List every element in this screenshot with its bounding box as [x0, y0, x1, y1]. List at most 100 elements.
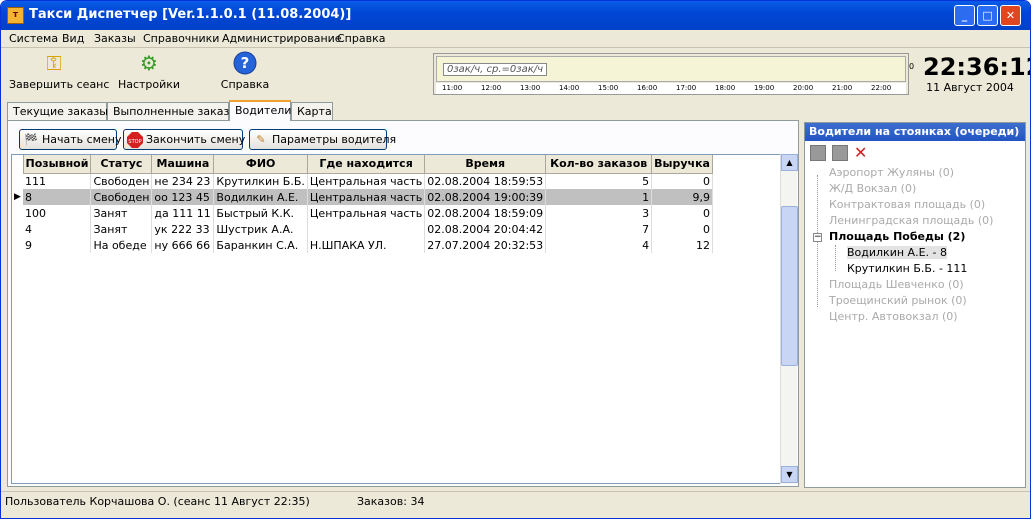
table-row[interactable]: 100 Занят да 111 11 Быстрый К.К. Централ…: [12, 205, 713, 221]
tab-drivers[interactable]: Водители: [229, 100, 291, 121]
settings-button[interactable]: ⚙ Настройки: [113, 51, 185, 91]
key-icon: ⚿: [46, 51, 62, 75]
cell-car: не 234 23: [151, 173, 215, 189]
cell-car: ну 666 66: [151, 237, 215, 253]
tick-label: 16:00: [637, 84, 658, 92]
timeline-zero-label: 0: [909, 62, 915, 71]
help-icon: ?: [233, 51, 257, 75]
clock-date: 11 Август 2004: [926, 81, 1014, 94]
driver-settings-icon: ✎: [256, 133, 266, 146]
gray-square-icon[interactable]: [810, 145, 826, 161]
load-chart-area: 0зак/ч, ср.=0зак/ч: [436, 56, 906, 82]
tick-label: 13:00: [520, 84, 541, 92]
cell-callsign: 8: [23, 189, 92, 205]
current-row-arrow-icon: ▶: [12, 189, 23, 205]
cell-time: 27.07.2004 20:32:53: [424, 237, 547, 253]
load-rate-label: 0зак/ч, ср.=0зак/ч: [443, 63, 548, 76]
scroll-up-icon[interactable]: ▲: [781, 154, 798, 171]
stand-item[interactable]: Троещинский рынок (0): [829, 294, 967, 307]
help-button[interactable]: ? Справка: [213, 51, 277, 91]
driver-params-button[interactable]: ✎ Параметры водителя: [249, 129, 396, 150]
maximize-button[interactable]: □: [977, 5, 998, 26]
delete-icon[interactable]: ✕: [854, 145, 870, 161]
col-status[interactable]: Статус: [90, 155, 153, 174]
stand-item[interactable]: Центр. Автовокзал (0): [829, 310, 958, 323]
load-timeline: 0зак/ч, ср.=0зак/ч 11:00 12:00 13:00 14:…: [433, 53, 909, 95]
status-user: Пользователь Корчашова О. (сеанс 11 Авгу…: [5, 495, 310, 508]
checkered-flag-icon: 🏁: [24, 133, 38, 146]
cell-revenue: 12: [651, 237, 713, 253]
col-time[interactable]: Время: [424, 155, 547, 174]
tab-map[interactable]: Карта: [291, 102, 333, 120]
stand-item[interactable]: Ленинградская площадь (0): [829, 214, 993, 227]
taxi-app-icon: т: [7, 7, 24, 24]
end-session-button[interactable]: ⚿ Завершить сеанс: [9, 51, 109, 91]
tab-completed-orders[interactable]: Выполненные заказы: [107, 102, 238, 120]
cell-order-count: 3: [545, 205, 653, 221]
svg-text:?: ?: [241, 54, 250, 72]
drivers-table: Позывной Статус Машина ФИО Где находится…: [12, 155, 713, 253]
menu-directories[interactable]: Справочники: [143, 32, 219, 45]
stand-item[interactable]: Ж/Д Вокзал (0): [829, 182, 916, 195]
row-indicator: [12, 237, 23, 253]
cell-time: 02.08.2004 20:04:42: [424, 221, 547, 237]
cell-callsign: 4: [23, 221, 92, 237]
col-name[interactable]: ФИО: [213, 155, 308, 174]
cell-order-count: 1: [545, 189, 653, 205]
help-label: Справка: [220, 78, 270, 91]
end-session-label: Завершить сеанс: [9, 78, 110, 91]
end-shift-label: Закончить смену: [146, 133, 246, 146]
gray-square-icon[interactable]: [832, 145, 848, 161]
stand-driver-item[interactable]: Крутилкин Б.Б. - 111: [847, 262, 967, 275]
menu-view[interactable]: Вид: [62, 32, 84, 45]
tick-label: 21:00: [832, 84, 853, 92]
stand-item[interactable]: Контрактовая площадь (0): [829, 198, 985, 211]
col-revenue[interactable]: Выручка: [651, 155, 713, 174]
stand-item[interactable]: Площадь Шевченко (0): [829, 278, 964, 291]
menu-orders[interactable]: Заказы: [94, 32, 136, 45]
menu-administration[interactable]: Администрирование: [222, 32, 342, 45]
tick-label: 17:00: [676, 84, 697, 92]
table-row[interactable]: 4 Занят ук 222 33 Шустрик А.А. 02.08.200…: [12, 221, 713, 237]
cell-car: да 111 11: [151, 205, 215, 221]
collapse-icon[interactable]: −: [813, 233, 822, 242]
row-indicator-header: [12, 155, 23, 173]
gears-icon: ⚙: [140, 51, 158, 75]
scroll-thumb[interactable]: [781, 206, 798, 366]
row-indicator: [12, 173, 23, 189]
stop-sign-icon: STOP: [127, 132, 143, 148]
cell-callsign: 111: [23, 173, 92, 189]
table-row[interactable]: 111 Свободен не 234 23 Крутилкин Б.Б. Це…: [12, 173, 713, 189]
grid-scrollbar[interactable]: ▲ ▼: [780, 154, 798, 484]
col-car[interactable]: Машина: [151, 155, 215, 174]
minimize-button[interactable]: _: [954, 5, 975, 26]
table-row-selected[interactable]: ▶ 8 Свободен оо 123 45 Водилкин А.Е. Цен…: [12, 189, 713, 205]
close-button[interactable]: ✕: [1000, 5, 1021, 26]
table-row[interactable]: 9 На обеде ну 666 66 Баранкин С.А. Н.ШПА…: [12, 237, 713, 253]
stand-item[interactable]: Аэропорт Жуляны (0): [829, 166, 954, 179]
svg-text:STOP: STOP: [128, 139, 141, 145]
end-shift-button[interactable]: STOP Закончить смену: [123, 129, 246, 150]
menu-system[interactable]: Система: [9, 32, 58, 45]
cell-name: Баранкин С.А.: [213, 237, 308, 253]
cell-name: Шустрик А.А.: [213, 221, 308, 237]
cell-location: Центральная часть: [307, 189, 426, 205]
start-shift-button[interactable]: 🏁 Начать смену: [19, 129, 121, 150]
cell-location: [307, 221, 426, 237]
cell-status: Свободен: [90, 189, 153, 205]
tick-label: 14:00: [559, 84, 580, 92]
stand-driver-item[interactable]: Водилкин А.Е. - 8: [847, 246, 947, 259]
stand-item-expanded[interactable]: Площадь Победы (2): [829, 230, 965, 243]
menu-help[interactable]: Справка: [337, 32, 385, 45]
settings-label: Настройки: [117, 78, 181, 91]
col-callsign[interactable]: Позывной: [22, 155, 92, 174]
stands-title: Водители на стоянках (очереди): [805, 123, 1025, 141]
cell-status: Занят: [90, 205, 153, 221]
cell-location: Н.ШПАКА УЛ.: [307, 237, 426, 253]
scroll-down-icon[interactable]: ▼: [781, 466, 798, 483]
driver-params-label: Параметры водителя: [272, 133, 397, 146]
tick-label: 19:00: [754, 84, 775, 92]
tab-current-orders[interactable]: Текущие заказы: [7, 102, 108, 120]
col-order-count[interactable]: Кол-во заказов: [545, 155, 653, 174]
col-location[interactable]: Где находится: [306, 155, 426, 174]
